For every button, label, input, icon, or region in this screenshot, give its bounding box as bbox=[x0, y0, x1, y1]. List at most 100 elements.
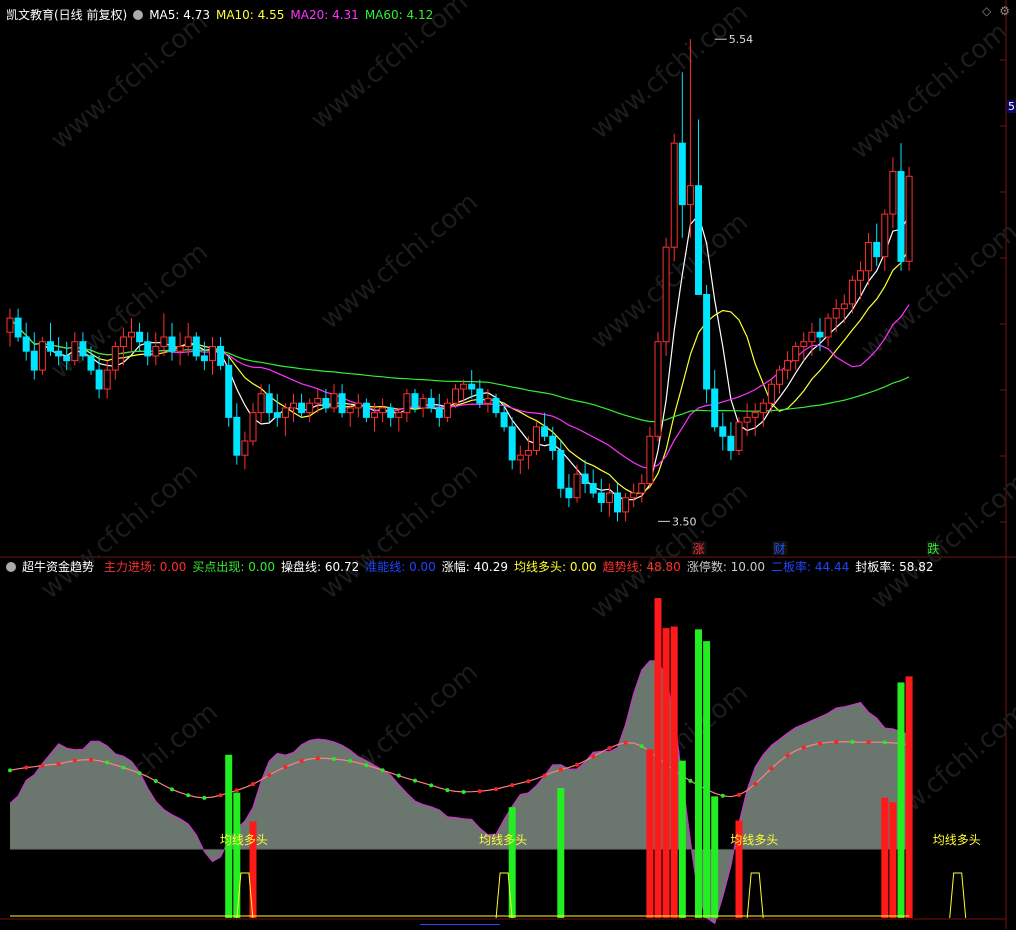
candle-body bbox=[792, 345, 800, 362]
indicator-bar bbox=[905, 676, 913, 918]
trend-dot bbox=[737, 792, 741, 797]
candle-body bbox=[452, 388, 459, 404]
gear-icon[interactable]: ⚙ bbox=[999, 4, 1010, 18]
candle-body bbox=[581, 473, 589, 485]
indicator-bar bbox=[703, 641, 711, 918]
trend-dot bbox=[89, 757, 93, 762]
trend-dot bbox=[40, 763, 45, 768]
trend-dot bbox=[315, 756, 320, 761]
candle-body bbox=[419, 397, 427, 409]
candle-body bbox=[881, 213, 889, 258]
candle-body bbox=[200, 355, 208, 362]
indicator-value-2: 操盘线: 60.72 bbox=[281, 560, 360, 574]
indicator-value-3: 准能线: 0.00 bbox=[365, 560, 436, 574]
trend-dot bbox=[591, 754, 596, 759]
candle-body bbox=[128, 331, 135, 338]
candle-body bbox=[338, 393, 346, 414]
candle-body bbox=[22, 336, 30, 352]
candle-body bbox=[840, 303, 848, 310]
candle-body bbox=[735, 421, 743, 451]
trend-dot bbox=[494, 787, 498, 792]
candle-body bbox=[176, 345, 184, 352]
signal-label: 均线多头 bbox=[479, 833, 527, 847]
candle-body bbox=[476, 388, 484, 404]
trend-dot bbox=[218, 793, 223, 798]
trend-dot bbox=[396, 773, 401, 778]
trend-dot bbox=[785, 753, 790, 758]
settings-dot-icon[interactable] bbox=[6, 562, 16, 572]
trend-dot bbox=[170, 787, 174, 792]
candle-body bbox=[605, 492, 613, 503]
corner-icons: ◇ ⚙ bbox=[974, 4, 1010, 18]
candle-body bbox=[662, 246, 670, 343]
trend-dot bbox=[283, 764, 288, 769]
candle-body bbox=[614, 492, 621, 513]
candle-body bbox=[427, 397, 435, 409]
candle-body bbox=[759, 402, 767, 414]
trend-dot bbox=[429, 783, 434, 788]
indicator-value-0: 主力进场: 0.00 bbox=[103, 560, 187, 574]
candle-body bbox=[589, 483, 597, 494]
trend-dot bbox=[364, 763, 369, 768]
candle-body bbox=[160, 336, 168, 347]
candle-body bbox=[646, 435, 654, 485]
candle-body bbox=[241, 440, 249, 456]
candle-body bbox=[387, 407, 395, 418]
candle-body bbox=[330, 393, 338, 409]
candle-body bbox=[767, 383, 775, 404]
indicator-bar bbox=[654, 598, 662, 918]
candle bbox=[670, 133, 678, 262]
date-cursor-marker bbox=[420, 924, 500, 930]
candle bbox=[192, 332, 200, 361]
indicator-bar bbox=[646, 749, 654, 918]
settings-dot-icon[interactable] bbox=[133, 10, 144, 20]
indicator-bar bbox=[670, 626, 678, 918]
indicator-bar bbox=[233, 792, 241, 918]
candle-body bbox=[322, 397, 330, 409]
candle-body bbox=[55, 350, 63, 357]
trend-dot bbox=[186, 793, 191, 798]
candle-body bbox=[225, 364, 233, 418]
candle-body bbox=[411, 393, 419, 409]
candle-body bbox=[865, 241, 873, 272]
candle-body bbox=[119, 336, 127, 347]
indicator-value-8: 二板率: 44.44 bbox=[771, 560, 850, 574]
price-edge-label: 5 bbox=[1007, 100, 1016, 113]
trend-dot bbox=[542, 773, 547, 778]
trend-dot bbox=[477, 789, 482, 794]
candle-body bbox=[168, 336, 176, 352]
trend-dot bbox=[753, 781, 758, 786]
trend-dot bbox=[866, 740, 871, 745]
candle-body bbox=[298, 402, 306, 414]
candle-body bbox=[95, 369, 103, 390]
candle-body bbox=[468, 383, 476, 390]
candle-body bbox=[743, 416, 751, 423]
candle-body bbox=[784, 360, 792, 371]
trend-dot bbox=[720, 793, 725, 798]
indicator-value-6: 趋势线: 48.80 bbox=[602, 560, 681, 574]
candle bbox=[735, 417, 743, 456]
candle-body bbox=[14, 317, 22, 338]
candle-body bbox=[686, 185, 694, 206]
candle-body bbox=[670, 142, 678, 248]
candle-body bbox=[905, 175, 913, 262]
trend-dot bbox=[558, 767, 563, 772]
candle-body bbox=[751, 412, 759, 418]
signal-label: 均线多头 bbox=[933, 833, 981, 847]
candle-body bbox=[630, 492, 638, 499]
trend-dot bbox=[769, 766, 774, 771]
candle-body bbox=[508, 426, 516, 461]
event-marker: 涨 bbox=[693, 541, 705, 556]
candle-body bbox=[460, 383, 468, 390]
candle-body bbox=[192, 336, 200, 357]
trend-dot bbox=[153, 778, 158, 783]
trend-dot bbox=[623, 740, 628, 745]
trend-dot bbox=[137, 771, 142, 776]
ma10-label: MA10: 4.55 bbox=[215, 8, 285, 22]
indicator-bar bbox=[889, 802, 897, 918]
trend-dot bbox=[818, 741, 822, 746]
trend-dot bbox=[526, 779, 531, 784]
indicator-bar bbox=[711, 796, 719, 918]
candle-body bbox=[403, 393, 411, 414]
diamond-icon[interactable]: ◇ bbox=[982, 4, 991, 18]
